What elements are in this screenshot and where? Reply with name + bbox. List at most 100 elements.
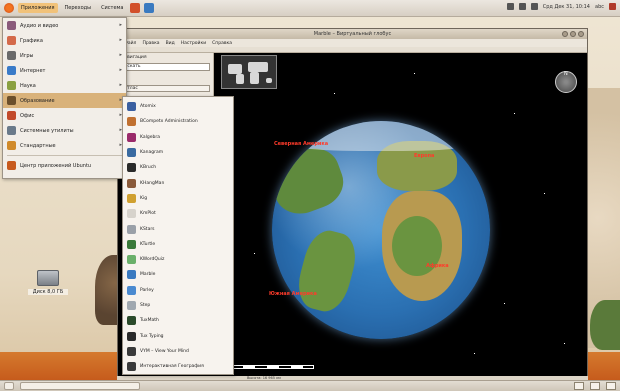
khangman-icon [127,178,136,188]
tuxmath-icon [127,316,136,326]
kanagram-icon [127,148,136,158]
submenu-item-atomix[interactable]: Atomix [123,99,233,114]
geography-icon [127,362,136,372]
menu-item-accessories[interactable]: Стандартные ▸ [3,138,126,153]
desktop-icon-label: Диск 8,0 ГБ [28,289,68,295]
search-field[interactable]: Искать [121,63,210,71]
submenu-item-tuxmath[interactable]: TuxMath [123,313,233,328]
taskbar-marble-button[interactable] [20,382,140,390]
education-icon [7,96,16,105]
menu-item-label: Игры [20,52,34,59]
globe[interactable] [272,121,490,339]
overview-map[interactable] [221,55,277,89]
chevron-right-icon: ▸ [119,37,122,43]
submenu-item-kturtle[interactable]: KTurtle [123,237,233,252]
submenu-item-kanagram[interactable]: Kanagram [123,145,233,160]
submenu-item-vym[interactable]: VYM – View Your Mind [123,344,233,359]
submenu-item-parley[interactable]: Parley [123,283,233,298]
close-button[interactable] [578,31,584,37]
desktop-drive-icon[interactable]: Диск 8,0 ГБ [28,270,68,295]
kig-icon [127,193,136,203]
submenu-item-kbruch[interactable]: KBruch [123,160,233,175]
compass-icon[interactable]: N [555,71,577,93]
kwordquiz-icon [127,255,136,265]
user-name[interactable]: abc [595,4,604,10]
label-north-america: Северная Америка [274,141,329,147]
kstars-icon [127,224,136,234]
menu-item-education[interactable]: Образование ▸ [3,93,126,108]
firefox-launcher-icon[interactable] [130,3,141,13]
menu-settings[interactable]: Настройки [181,41,206,46]
network-icon[interactable] [506,3,514,10]
submenu-item-admin[interactable]: BCompetx Administration [123,114,233,129]
menu-help[interactable]: Справка [212,41,232,46]
map-theme-select[interactable]: Атлас [121,85,210,92]
submenu-item-label: BCompetx Administration [140,119,198,125]
submenu-item-step[interactable]: Step [123,298,233,313]
label-africa: Африка [426,263,449,269]
workspace-1[interactable] [574,382,584,390]
maximize-button[interactable] [570,31,576,37]
clock[interactable]: Срд Дек 31, 10:14 [543,4,590,10]
menu-item-office[interactable]: Офис ▸ [3,108,126,123]
submenu-item-label: Marble [140,272,156,278]
chevron-right-icon: ▸ [119,22,122,28]
submenu-item-khangman[interactable]: KHangMan [123,175,233,190]
workspace-2[interactable] [590,382,600,390]
trash-icon[interactable] [606,382,616,390]
menu-item-games[interactable]: Игры ▸ [3,48,126,63]
minimize-button[interactable] [562,31,568,37]
vym-icon [127,346,136,356]
menu-item-software-center[interactable]: Центр приложений Ubuntu [3,158,126,173]
applications-dropdown: Аудио и видео ▸ Графика ▸ Игры ▸ Интерне… [2,17,127,179]
menu-item-label: Офис [20,112,35,119]
harddisk-icon [37,270,59,286]
submenu-item-kmplot[interactable]: KmPlot [123,206,233,221]
mail-icon[interactable] [518,3,526,10]
menu-item-label: Интернет [20,67,46,74]
label-south-america: Южная Америка [269,291,317,297]
menu-item-label: Образование [20,97,55,104]
menu-item-science[interactable]: Наука ▸ [3,78,126,93]
applications-menu[interactable]: Приложения [18,3,58,13]
system-menu[interactable]: Система [98,3,126,13]
menu-item-internet[interactable]: Интернет ▸ [3,63,126,78]
submenu-item-label: Step [140,303,151,308]
ubuntu-logo-icon[interactable] [4,3,14,13]
volume-icon[interactable] [530,3,538,10]
submenu-item-label: KStars [140,226,155,232]
submenu-item-geography[interactable]: Интерактивная География [123,359,233,374]
parley-icon [127,285,136,295]
help-launcher-icon[interactable] [144,3,155,13]
submenu-item-label: Parley [140,287,154,293]
top-panel: Приложения Переходы Система Срд Дек 31, … [0,0,620,17]
show-desktop-button[interactable] [4,382,14,390]
internet-icon [7,66,16,75]
submenu-item-kstars[interactable]: KStars [123,221,233,236]
submenu-item-kwordquiz[interactable]: KWordQuiz [123,252,233,267]
atomix-icon [127,102,136,112]
marble-icon [127,270,136,280]
menu-edit[interactable]: Правка [142,41,159,46]
kalgebra-icon [127,132,136,142]
globe-view[interactable]: N Северная Америка Южная Америка Европа … [214,53,587,376]
menu-item-audio-video[interactable]: Аудио и видео ▸ [3,18,126,33]
media-icon [7,21,16,30]
menu-item-system-tools[interactable]: Системные утилиты ▸ [3,123,126,138]
menu-view[interactable]: Вид [166,41,175,46]
places-menu[interactable]: Переходы [62,3,95,13]
submenu-item-label: TuxMath [140,318,159,324]
submenu-item-label: KWordQuiz [140,257,165,263]
wallpaper-foliage [590,300,620,350]
window-titlebar[interactable]: Marble – Виртуальный глобус [118,29,587,39]
submenu-item-kalgebra[interactable]: Kalgebra [123,130,233,145]
submenu-item-kig[interactable]: Kig [123,191,233,206]
power-icon[interactable] [609,3,616,10]
menu-item-graphics[interactable]: Графика ▸ [3,33,126,48]
submenu-item-tuxtyping[interactable]: Tux Typing [123,328,233,343]
office-icon [7,111,16,120]
step-icon [127,301,136,310]
submenu-item-marble[interactable]: Marble [123,267,233,282]
menu-item-label: Стандартные [20,142,56,149]
window-title: Marble – Виртуальный глобус [313,31,392,37]
